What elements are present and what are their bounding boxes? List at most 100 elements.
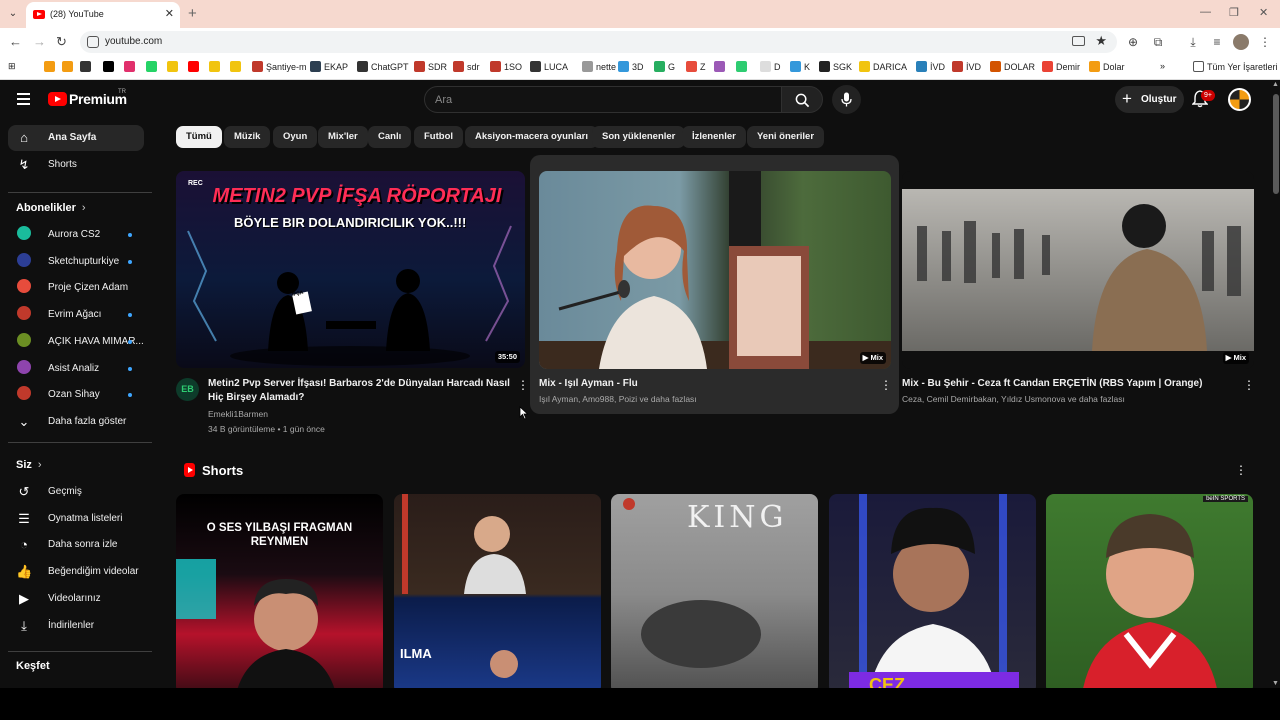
search-button[interactable]: [781, 86, 823, 113]
filter-chip[interactable]: Futbol: [414, 126, 464, 148]
bookmark-item[interactable]: [44, 61, 58, 72]
tab-close-icon[interactable]: ✕: [165, 7, 174, 20]
bookmark-item[interactable]: LUCA: [530, 61, 568, 72]
sidebar-item-subscription[interactable]: Proje Çizen Adam: [8, 275, 144, 301]
sidebar-item-subscription[interactable]: Evrim Ağacı: [8, 302, 144, 328]
bookmark-item[interactable]: [167, 61, 181, 72]
bookmark-item[interactable]: [124, 61, 138, 72]
user-avatar[interactable]: [1228, 88, 1251, 111]
show-more-button[interactable]: ⌄ Daha fazla göster: [8, 409, 144, 435]
filter-chip[interactable]: Mix'ler: [318, 126, 368, 148]
browser-profile-avatar[interactable]: [1233, 34, 1249, 50]
sidebar-item-subscription[interactable]: Sketchupturkiye: [8, 249, 144, 275]
sidebar-item-you[interactable]: ▶ Videolarınız: [8, 586, 144, 612]
forward-arrow-icon[interactable]: →: [33, 34, 46, 49]
bookmark-item[interactable]: [80, 61, 94, 72]
filter-chip[interactable]: Müzik: [224, 126, 271, 148]
bookmark-item[interactable]: G: [654, 61, 675, 72]
bookmark-item[interactable]: [209, 61, 223, 72]
sidebar-item-you[interactable]: ☰ Oynatma listeleri: [8, 506, 144, 532]
minimize-icon[interactable]: —: [1200, 6, 1211, 18]
new-tab-plus-icon[interactable]: +: [188, 5, 197, 22]
bookmark-item[interactable]: Şantiye-m: [252, 61, 307, 72]
bookmark-star-icon[interactable]: ★: [1095, 33, 1107, 49]
apps-grid-icon[interactable]: ⊞: [8, 61, 16, 72]
more-actions-icon[interactable]: ⋮: [880, 378, 892, 392]
short-card[interactable]: beIN SPORTS: [1046, 494, 1253, 688]
address-bar[interactable]: youtube.com ★: [80, 31, 1117, 53]
shorts-more-icon[interactable]: ⋮: [1235, 463, 1247, 477]
bookmark-item[interactable]: [230, 61, 244, 72]
reading-list-icon[interactable]: ≡: [1210, 35, 1224, 49]
short-card[interactable]: ILMA: [394, 494, 601, 688]
sidebar-item-you[interactable]: ↺ Geçmiş: [8, 479, 144, 505]
sidebar-item-shorts[interactable]: ↯ Shorts: [8, 152, 144, 178]
search-input[interactable]: Ara: [424, 86, 782, 113]
bookmark-item[interactable]: SDR: [414, 61, 447, 72]
site-info-icon[interactable]: [87, 36, 99, 48]
bookmark-item[interactable]: D: [760, 61, 781, 72]
bookmark-item[interactable]: 3D: [618, 61, 644, 72]
voice-search-button[interactable]: [832, 85, 861, 114]
filter-chip[interactable]: Son yüklenenler: [592, 126, 686, 148]
bookmark-item[interactable]: [714, 61, 728, 72]
bookmark-item[interactable]: İVD: [916, 61, 945, 72]
restore-icon[interactable]: ❐: [1229, 6, 1239, 19]
translate-icon[interactable]: ⊕: [1126, 35, 1140, 49]
bookmark-item[interactable]: ChatGPT: [357, 61, 409, 72]
youtube-logo-icon[interactable]: [48, 92, 67, 106]
all-bookmarks-folder[interactable]: Tüm Yer İşaretleri: [1193, 61, 1278, 72]
bookmark-item[interactable]: 1SO: [490, 61, 522, 72]
tab-search-chevron-icon[interactable]: ⌄: [4, 5, 22, 23]
video-channel[interactable]: Ceza, Cemil Demirbakan, Yıldız Usmonova …: [902, 392, 1125, 406]
sidebar-item-you[interactable]: ⤓ İndirilenler: [8, 613, 144, 639]
scroll-up-icon[interactable]: ▲: [1272, 81, 1279, 88]
subscriptions-header[interactable]: Abonelikler ›: [16, 202, 86, 214]
video-channel[interactable]: Emekli1Barmen: [208, 407, 268, 421]
short-card[interactable]: KING: [611, 494, 818, 688]
extensions-icon[interactable]: ⧉: [1151, 35, 1165, 49]
sidebar-item-subscription[interactable]: Asist Analiz: [8, 356, 144, 382]
sidebar-item-you[interactable]: 👍 Beğendiğim videolar: [8, 559, 144, 585]
filter-chip[interactable]: Tümü: [176, 126, 222, 148]
sidebar-item-subscription[interactable]: Aurora CS2: [8, 222, 144, 248]
bookmark-item[interactable]: SGK: [819, 61, 852, 72]
more-actions-icon[interactable]: ⋮: [1243, 378, 1255, 392]
browser-tab[interactable]: (28) YouTube ✕: [26, 2, 180, 28]
hamburger-menu-icon[interactable]: [17, 93, 30, 105]
back-arrow-icon[interactable]: ←: [9, 34, 22, 49]
bookmark-item[interactable]: sdr: [453, 61, 480, 72]
page-scrollbar[interactable]: ▲ ▼: [1271, 80, 1280, 688]
window-close-icon[interactable]: ✕: [1259, 6, 1268, 19]
bookmark-item[interactable]: [146, 61, 160, 72]
browser-menu-icon[interactable]: ⋮: [1258, 35, 1272, 49]
bookmark-item[interactable]: Demir: [1042, 61, 1080, 72]
sidebar-item-subscription[interactable]: Ozan Sihay: [8, 382, 144, 408]
sidebar-item-you[interactable]: ◔ Daha sonra izle: [8, 532, 144, 558]
bookmark-item[interactable]: [103, 61, 117, 72]
bookmark-item[interactable]: DARICA: [859, 61, 907, 72]
you-header[interactable]: Siz ›: [16, 459, 42, 471]
bookmark-item[interactable]: nette: [582, 61, 616, 72]
video-title[interactable]: Mix - Bu Şehir - Ceza ft Candan ERÇETİN …: [902, 377, 1242, 391]
bookmark-item[interactable]: EKAP: [310, 61, 348, 72]
filter-chip[interactable]: Yeni öneriler: [747, 126, 825, 148]
bookmark-item[interactable]: K: [790, 61, 810, 72]
bookmark-item[interactable]: [736, 61, 750, 72]
video-channel[interactable]: Işıl Ayman, Amo988, Poizi ve daha fazlas…: [539, 392, 697, 406]
bookmark-item[interactable]: Dolar: [1089, 61, 1125, 72]
bookmark-item[interactable]: Z: [686, 61, 706, 72]
filter-chip[interactable]: Aksiyon-macera oyunları: [465, 126, 598, 148]
downloads-icon[interactable]: ⤓: [1186, 35, 1200, 49]
video-title[interactable]: Metin2 Pvp Server İfşası! Barbaros 2'de …: [208, 377, 512, 405]
bookmark-item[interactable]: DOLAR: [990, 61, 1035, 72]
create-button[interactable]: + Oluştur: [1115, 86, 1184, 113]
reload-icon[interactable]: ↻: [56, 34, 67, 50]
bookmarks-overflow-icon[interactable]: »: [1160, 61, 1165, 71]
filter-chip[interactable]: Canlı: [368, 126, 412, 148]
channel-avatar[interactable]: EB: [176, 378, 199, 401]
sidebar-item-subscription[interactable]: AÇIK HAVA MIMAR...: [8, 329, 144, 355]
video-thumbnail[interactable]: REC METIN2 PVP İFŞA RÖPORTAJI BÖYLE BIR …: [176, 171, 525, 368]
filter-chip[interactable]: İzlenenler: [682, 126, 746, 148]
short-card[interactable]: CEZ: [829, 494, 1036, 688]
